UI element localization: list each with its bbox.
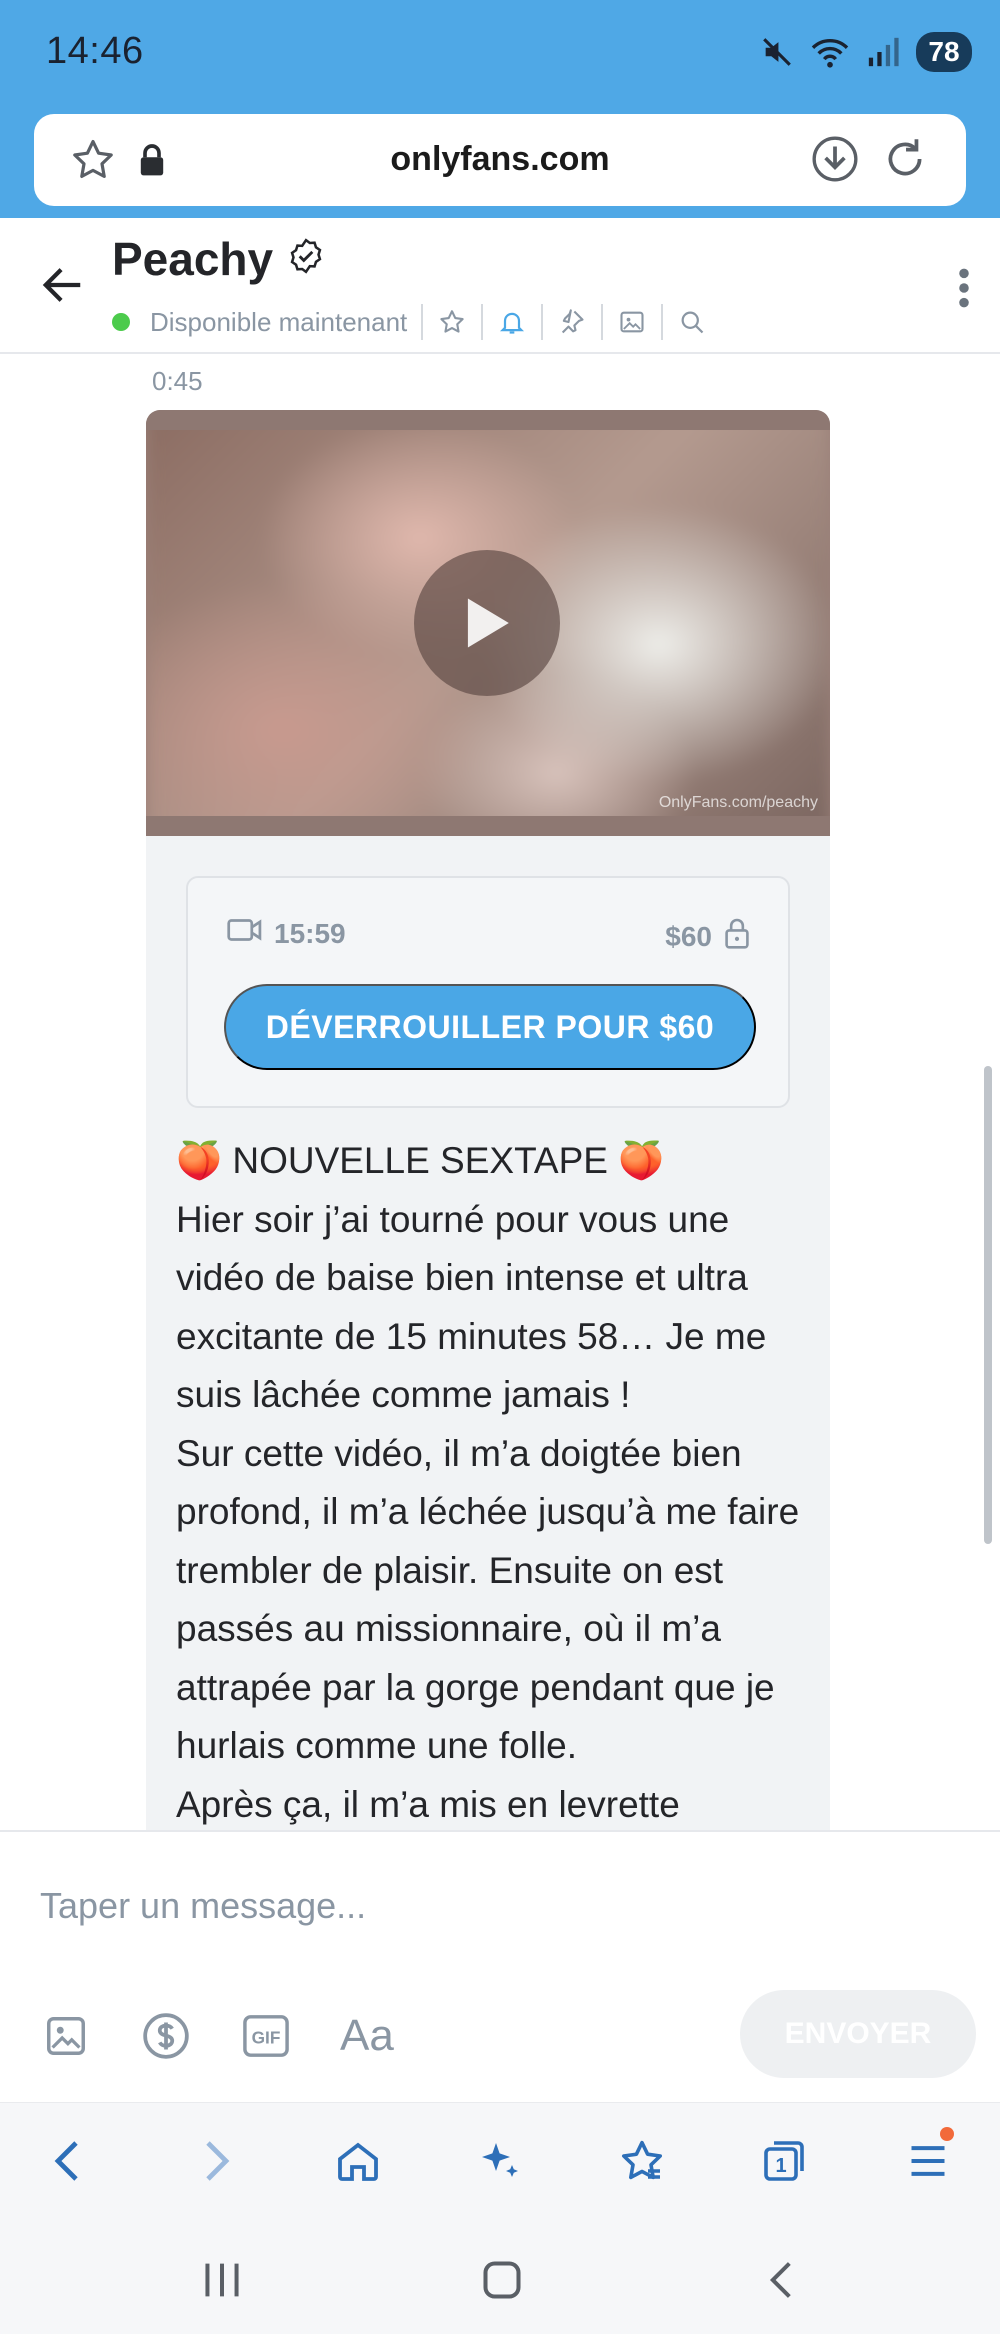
scrollbar-thumb[interactable] [984, 1066, 992, 1544]
video-preview[interactable]: OnlyFans.com/peachy [146, 410, 830, 836]
kebab-icon[interactable] [956, 266, 972, 315]
unlock-button[interactable]: DÉVERROUILLER POUR $60 [224, 984, 756, 1070]
svg-text:GIF: GIF [252, 2028, 281, 2048]
back-icon[interactable] [40, 2133, 96, 2189]
signal-icon [866, 35, 900, 69]
recent-apps-icon[interactable] [192, 2250, 252, 2310]
bookmarks-icon[interactable] [614, 2133, 670, 2189]
media-price: $60 [665, 916, 750, 957]
verified-icon [287, 232, 325, 286]
message-input[interactable] [40, 1876, 940, 1936]
price-text: $60 [665, 920, 712, 952]
system-navigation-bar [0, 2214, 1000, 2334]
forward-icon[interactable] [188, 2133, 244, 2189]
message-bubble: OnlyFans.com/peachy 15:59 $60 DÉVERROUIL… [146, 410, 830, 1830]
image-icon[interactable] [617, 307, 647, 337]
search-icon[interactable] [677, 307, 707, 337]
browser-toolbar: 1 [0, 2102, 1000, 2214]
star-icon[interactable] [437, 307, 467, 337]
chat-body[interactable]: 0:45 OnlyFans.com/peachy 15:59 $60 DÉVER… [0, 356, 1000, 1830]
message-time: 0:45 [152, 366, 203, 396]
message-composer: GIF Aa ENVOYER [0, 1830, 1000, 2102]
video-icon [226, 916, 264, 951]
battery-indicator: 78 [916, 32, 972, 72]
mute-icon [760, 35, 794, 69]
image-icon[interactable] [40, 2010, 92, 2062]
status-bar: 14:46 78 onlyfans.com [0, 0, 1000, 218]
wifi-icon [810, 35, 850, 69]
message-text: 🍑 NOUVELLE SEXTAPE 🍑 Hier soir j’ai tour… [176, 1140, 800, 1825]
lock-icon [724, 916, 750, 957]
video-duration: 15:59 [226, 916, 346, 951]
presence-row: Disponible maintenant [112, 302, 707, 342]
reload-icon[interactable] [880, 134, 930, 189]
pin-icon[interactable] [557, 307, 587, 337]
locked-media-card: 15:59 $60 DÉVERROUILLER POUR $60 [186, 876, 790, 1108]
chat-header: Peachy Disponible maintenant [0, 218, 1000, 354]
contact-name[interactable]: Peachy [112, 232, 273, 286]
notification-dot [940, 2127, 954, 2141]
presence-status: Disponible maintenant [150, 306, 408, 337]
gif-icon[interactable]: GIF [240, 2010, 292, 2062]
home-button-icon[interactable] [472, 2250, 532, 2310]
status-time: 14:46 [46, 30, 144, 72]
text-format-button[interactable]: Aa [340, 2010, 394, 2062]
system-back-icon[interactable] [752, 2250, 812, 2310]
dollar-icon[interactable] [140, 2010, 192, 2062]
composer-tools: GIF Aa [40, 2006, 394, 2066]
tabs-count: 1 [775, 2155, 786, 2177]
home-icon[interactable] [330, 2133, 386, 2189]
bell-icon[interactable] [497, 307, 527, 337]
contact-name-row[interactable]: Peachy [112, 232, 325, 286]
menu-icon[interactable] [900, 2127, 956, 2189]
online-dot [112, 313, 130, 331]
sparkle-icon[interactable] [472, 2133, 528, 2189]
send-button[interactable]: ENVOYER [740, 1990, 976, 2078]
media-watermark: OnlyFans.com/peachy [658, 794, 818, 811]
system-icons: 78 [760, 28, 972, 76]
url-bar[interactable]: onlyfans.com [34, 114, 966, 206]
play-icon[interactable] [414, 550, 560, 696]
download-icon[interactable] [810, 134, 860, 189]
duration-text: 15:59 [274, 917, 346, 949]
back-arrow-icon[interactable] [40, 262, 86, 313]
tabs-icon[interactable]: 1 [756, 2133, 812, 2189]
